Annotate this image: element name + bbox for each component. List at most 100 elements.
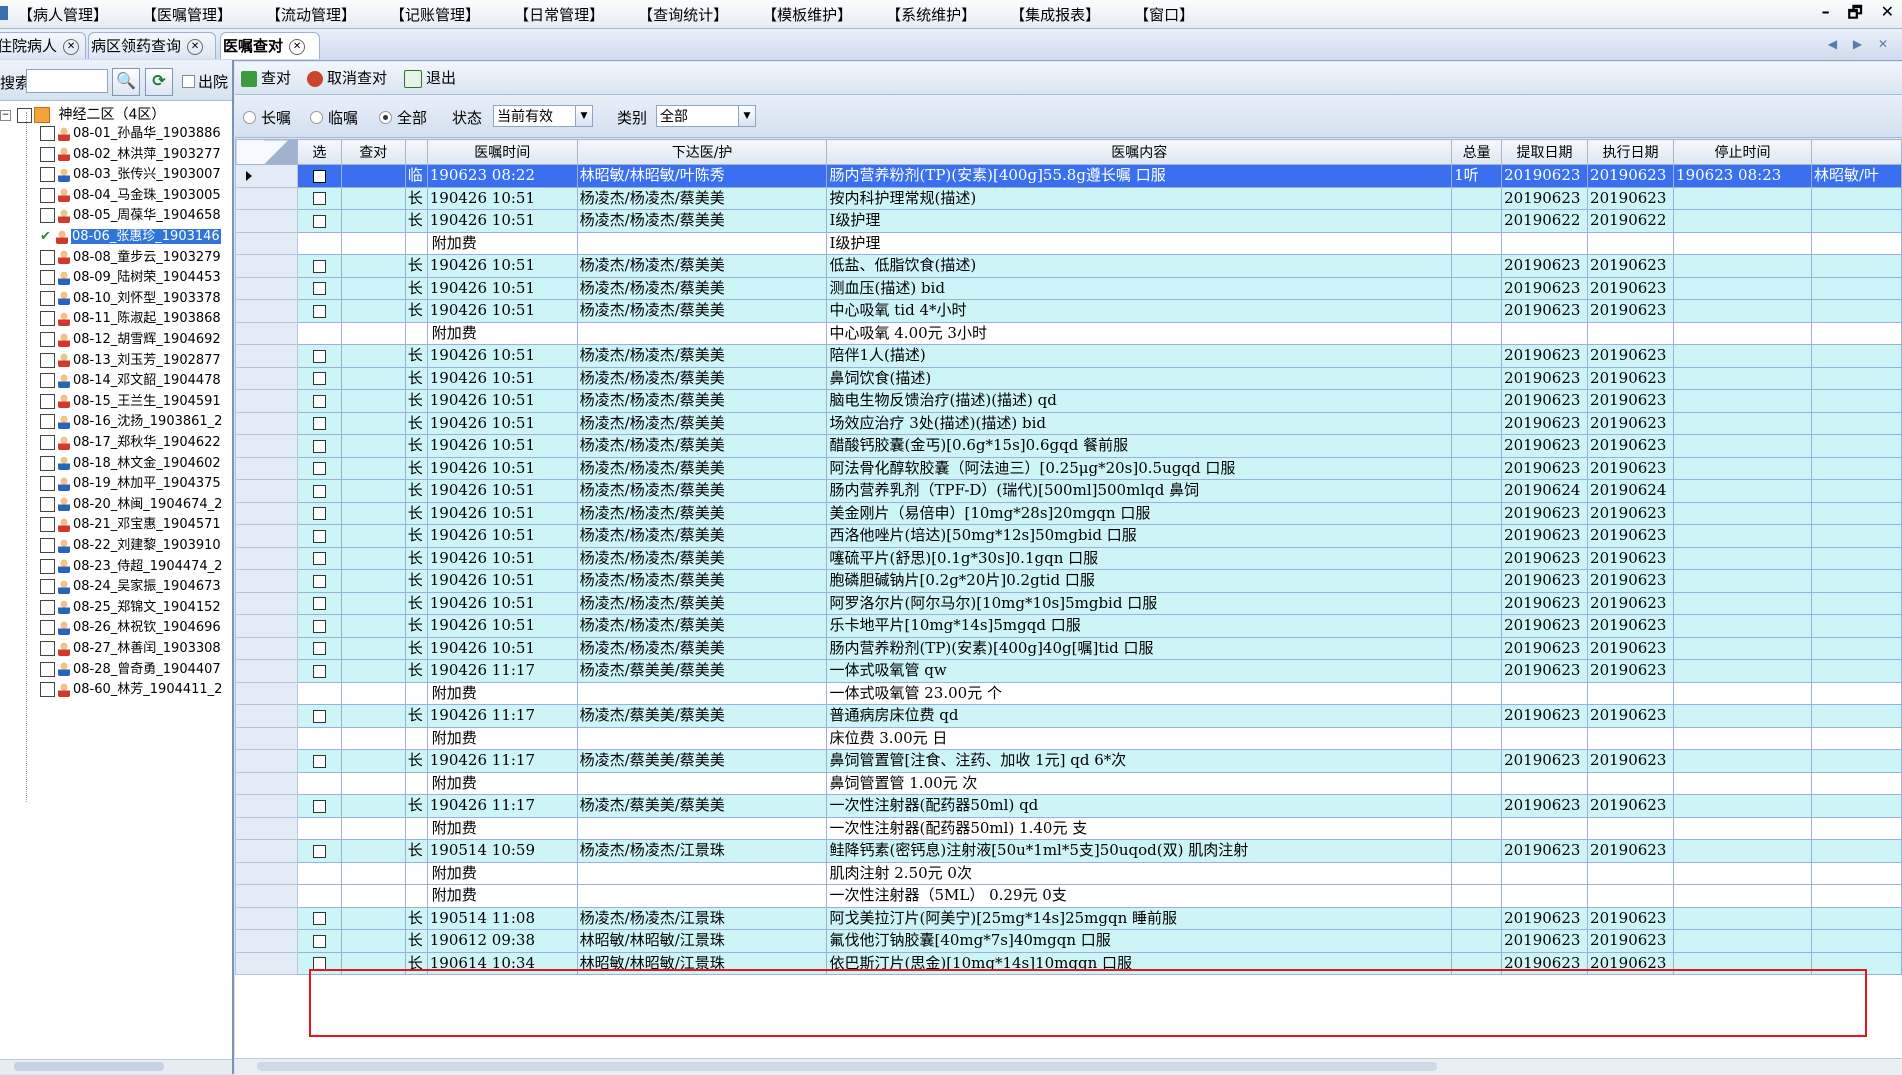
- collapse-icon[interactable]: −: [0, 109, 11, 121]
- row-indicator[interactable]: [235, 861, 298, 885]
- select-checkbox[interactable]: [312, 574, 326, 588]
- select-checkbox[interactable]: [312, 934, 326, 948]
- row-indicator[interactable]: [235, 546, 298, 570]
- select-checkbox[interactable]: [312, 462, 326, 476]
- row-indicator[interactable]: [235, 501, 298, 525]
- patient-checkbox[interactable]: [40, 208, 55, 224]
- row-indicator[interactable]: [235, 231, 298, 255]
- patient-tree-item[interactable]: 08-21_邓宝惠_1904571: [40, 515, 221, 535]
- row-indicator[interactable]: [235, 794, 298, 818]
- table-row[interactable]: 长 190426 10:51 杨凌杰/杨凌杰/蔡美美 醋酸钙胶囊(金丐)[0.6g*1…: [235, 434, 1902, 458]
- row-indicator[interactable]: [235, 276, 298, 300]
- select-cell[interactable]: [296, 321, 342, 345]
- table-row[interactable]: 长 190514 10:59 杨凌杰/杨凌杰/江景珠 鲑降钙素(密钙息)注射液[50u…: [235, 839, 1902, 863]
- select-checkbox[interactable]: [312, 642, 326, 656]
- patient-tree-item[interactable]: 08-11_陈淑起_1903868: [40, 309, 221, 329]
- patient-checkbox[interactable]: [40, 270, 55, 286]
- menu-item[interactable]: 【窗口】: [1134, 4, 1194, 25]
- scroll-thumb[interactable]: [14, 1062, 164, 1071]
- row-indicator[interactable]: [235, 321, 298, 345]
- table-row[interactable]: 附加费 中心吸氧 4.00元 3小时: [235, 321, 1902, 345]
- table-row[interactable]: 长 190426 10:51 杨凌杰/杨凌杰/蔡美美 鼻饲饮食(描述) 20190623…: [235, 366, 1902, 390]
- row-indicator[interactable]: [235, 929, 298, 953]
- patient-tree-item[interactable]: 08-13_刘玉芳_1902877: [40, 351, 221, 371]
- select-cell[interactable]: [296, 366, 342, 390]
- patient-checkbox[interactable]: [40, 558, 55, 574]
- select-cell[interactable]: [296, 389, 342, 413]
- menu-item[interactable]: 【病人管理】: [18, 4, 108, 25]
- patient-tree-item[interactable]: 08-27_林善闰_1903308: [40, 639, 221, 659]
- select-cell[interactable]: [296, 501, 342, 525]
- close-icon[interactable]: ✕: [63, 38, 80, 55]
- ward-checkbox[interactable]: [17, 107, 32, 123]
- col-stop-time[interactable]: 停止时间: [1673, 139, 1812, 165]
- select-checkbox[interactable]: [312, 597, 326, 611]
- select-cell[interactable]: [296, 434, 342, 458]
- table-row[interactable]: 长 190426 10:51 杨凌杰/杨凌杰/蔡美美 测血压(描述) bid 20190…: [235, 276, 1902, 300]
- all-orders-radio[interactable]: [379, 111, 392, 124]
- patient-checkbox[interactable]: [40, 126, 55, 141]
- table-row[interactable]: 长 190426 10:51 杨凌杰/杨凌杰/蔡美美 阿罗洛尔片(阿尔马尔)[10mg…: [235, 591, 1902, 615]
- select-cell[interactable]: [296, 726, 342, 750]
- patient-tree-item[interactable]: 08-18_林文金_1904602: [40, 454, 221, 474]
- grid-horizontal-scrollbar[interactable]: [235, 1058, 1902, 1075]
- col-select[interactable]: 选: [296, 139, 342, 165]
- table-row[interactable]: 长 190426 11:17 杨凌杰/蔡美美/蔡美美 普通病房床位费 qd 201906…: [235, 704, 1902, 728]
- select-cell[interactable]: [296, 771, 342, 795]
- select-checkbox[interactable]: [312, 259, 326, 273]
- select-checkbox[interactable]: [312, 282, 326, 296]
- table-row[interactable]: 附加费 一次性注射器(配药器50ml) 1.40元 支: [235, 816, 1902, 840]
- col-exec-date[interactable]: 执行日期: [1587, 139, 1675, 165]
- tab-ward-drug-query[interactable]: 病区领药查询 ✕: [88, 32, 216, 59]
- select-checkbox[interactable]: [312, 754, 326, 768]
- tab-order-check[interactable]: 医嘱查对 ✕: [220, 32, 320, 59]
- row-indicator[interactable]: [235, 591, 298, 615]
- select-checkbox[interactable]: [312, 799, 326, 813]
- select-cell[interactable]: [296, 591, 342, 615]
- select-cell[interactable]: [296, 186, 342, 210]
- patient-tree-item[interactable]: 08-03_张传兴_1903007: [40, 165, 221, 185]
- select-checkbox[interactable]: [312, 417, 326, 431]
- select-cell[interactable]: [296, 231, 342, 255]
- patient-checkbox[interactable]: [40, 249, 55, 265]
- patient-checkbox[interactable]: [40, 167, 55, 183]
- patient-tree-item[interactable]: 08-09_陆树荣_1904453: [40, 268, 221, 288]
- menu-item[interactable]: 【医嘱管理】: [142, 4, 232, 25]
- scroll-thumb[interactable]: [257, 1062, 1437, 1071]
- patient-tree-item[interactable]: 08-01_孙晶华_1903886: [40, 124, 221, 144]
- table-row[interactable]: 长 190426 10:51 杨凌杰/杨凌杰/蔡美美 脑电生物反馈治疗(描述)(描述)…: [235, 389, 1902, 413]
- row-indicator[interactable]: [235, 569, 298, 593]
- patient-tree-item[interactable]: 08-24_吴家振_1904673: [40, 577, 221, 597]
- row-indicator[interactable]: [235, 411, 298, 435]
- table-row[interactable]: 长 190426 10:51 杨凌杰/杨凌杰/蔡美美 Ⅰ级护理 20190622 2019…: [235, 209, 1902, 233]
- menu-item[interactable]: 【日常管理】: [514, 4, 604, 25]
- select-checkbox[interactable]: [312, 349, 326, 363]
- patient-checkbox[interactable]: [40, 187, 55, 203]
- long-order-radio[interactable]: [243, 111, 256, 124]
- row-indicator[interactable]: [235, 479, 298, 503]
- select-cell[interactable]: [296, 839, 342, 863]
- patient-checkbox[interactable]: [40, 311, 55, 327]
- select-cell[interactable]: [296, 569, 342, 593]
- table-row[interactable]: 长 190426 11:17 杨凌杰/蔡美美/蔡美美 一体式吸氧管 qw 2019062…: [235, 659, 1902, 683]
- patient-checkbox[interactable]: [40, 579, 55, 595]
- table-row[interactable]: 长 190426 10:51 杨凌杰/杨凌杰/蔡美美 西洛他唑片(培达)[50mg*1…: [235, 524, 1902, 548]
- menu-item[interactable]: 【集成报表】: [1010, 4, 1100, 25]
- patient-tree-item[interactable]: 08-28_曾奇勇_1904407: [40, 660, 221, 680]
- col-order-time[interactable]: 医嘱时间: [426, 139, 578, 165]
- patient-checkbox[interactable]: [40, 146, 55, 162]
- select-cell[interactable]: [296, 906, 342, 930]
- chevron-down-icon[interactable]: ▼: [575, 106, 592, 126]
- close-icon[interactable]: ✕: [187, 38, 204, 55]
- select-cell[interactable]: [296, 546, 342, 570]
- row-indicator[interactable]: [235, 344, 298, 368]
- patient-tree-item[interactable]: 08-08_童步云_1903279: [40, 248, 221, 268]
- select-checkbox[interactable]: [312, 912, 326, 926]
- row-indicator[interactable]: [235, 726, 298, 750]
- select-cell[interactable]: [296, 524, 342, 548]
- select-cell[interactable]: [296, 861, 342, 885]
- horizontal-scrollbar[interactable]: [0, 1059, 232, 1074]
- row-indicator[interactable]: [235, 749, 298, 773]
- search-input[interactable]: [26, 69, 108, 93]
- close-icon[interactable]: ✕: [289, 38, 306, 55]
